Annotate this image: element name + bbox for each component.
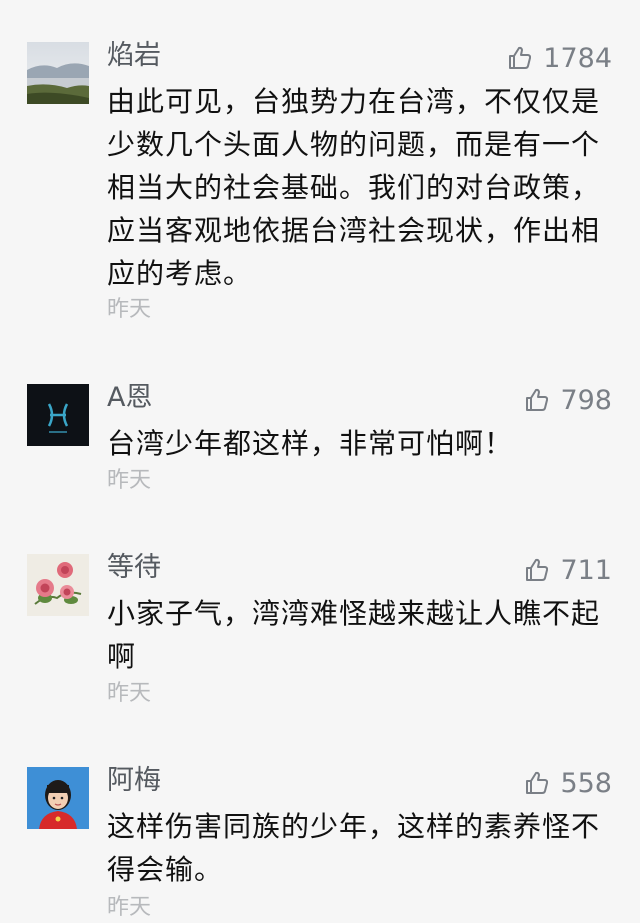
comment-time: 昨天 [107, 468, 152, 493]
pisces-zodiac-icon [27, 384, 89, 446]
like-button[interactable]: 711 [524, 552, 612, 588]
comment-line: 由此可见，台独势力在台湾，不仅仅是 [107, 85, 601, 118]
like-button[interactable]: 798 [524, 382, 612, 418]
like-count: 1784 [543, 42, 612, 74]
comment-line: 这样伤害同族的少年，这样的素养怪不 [107, 810, 601, 843]
comment-line: 小家子气，湾湾难怪越来越让人瞧不起 [107, 597, 601, 630]
like-count: 798 [560, 384, 612, 416]
thumbs-up-icon [526, 388, 549, 411]
avatar[interactable] [27, 554, 89, 616]
comment-line: 台湾少年都这样，非常可怕啊！ [107, 427, 514, 460]
like-count: 711 [560, 554, 612, 586]
avatar[interactable] [27, 767, 89, 829]
comment-line: 得会输。 [107, 853, 224, 886]
avatar[interactable] [27, 384, 89, 446]
comment-line: 相当大的社会基础。我们的对台政策， [107, 171, 601, 204]
username[interactable]: A恩 [107, 380, 152, 416]
comment-text: 台湾少年都这样，非常可怕啊！ [107, 422, 607, 465]
thumbs-up-icon [509, 46, 532, 69]
comment-text: 由此可见，台独势力在台湾，不仅仅是 少数几个头面人物的问题，而是有一个 相当大的… [107, 80, 607, 295]
comment-time: 昨天 [107, 297, 152, 322]
avatar[interactable] [27, 42, 89, 104]
comment-line: 应的考虑。 [107, 257, 253, 290]
comment-line: 少数几个头面人物的问题，而是有一个 [107, 128, 601, 161]
comment-list: 焰岩 1784 由此可见，台独势力在台湾，不仅仅是 少数几个头面人物的问题，而是… [0, 0, 640, 920]
username[interactable]: 焰岩 [107, 38, 161, 74]
comment-line: 啊 [107, 640, 137, 673]
thumbs-up-icon [526, 771, 549, 794]
username[interactable]: 等待 [107, 550, 161, 586]
like-count: 558 [560, 767, 612, 799]
thumbs-up-icon [526, 558, 549, 581]
like-button[interactable]: 1784 [507, 40, 612, 76]
like-button[interactable]: 558 [524, 765, 612, 801]
comment-text: 这样伤害同族的少年，这样的素养怪不 得会输。 [107, 805, 607, 891]
username[interactable]: 阿梅 [107, 763, 161, 799]
comment-time: 昨天 [107, 681, 152, 706]
peony-flower-painting-icon [27, 554, 89, 616]
comment-text: 小家子气，湾湾难怪越来越让人瞧不起 啊 [107, 592, 607, 678]
comment-line: 应当客观地依据台湾社会现状，作出相 [107, 214, 601, 247]
mountain-lake-photo-icon [27, 42, 89, 104]
child-portrait-icon [27, 767, 89, 829]
